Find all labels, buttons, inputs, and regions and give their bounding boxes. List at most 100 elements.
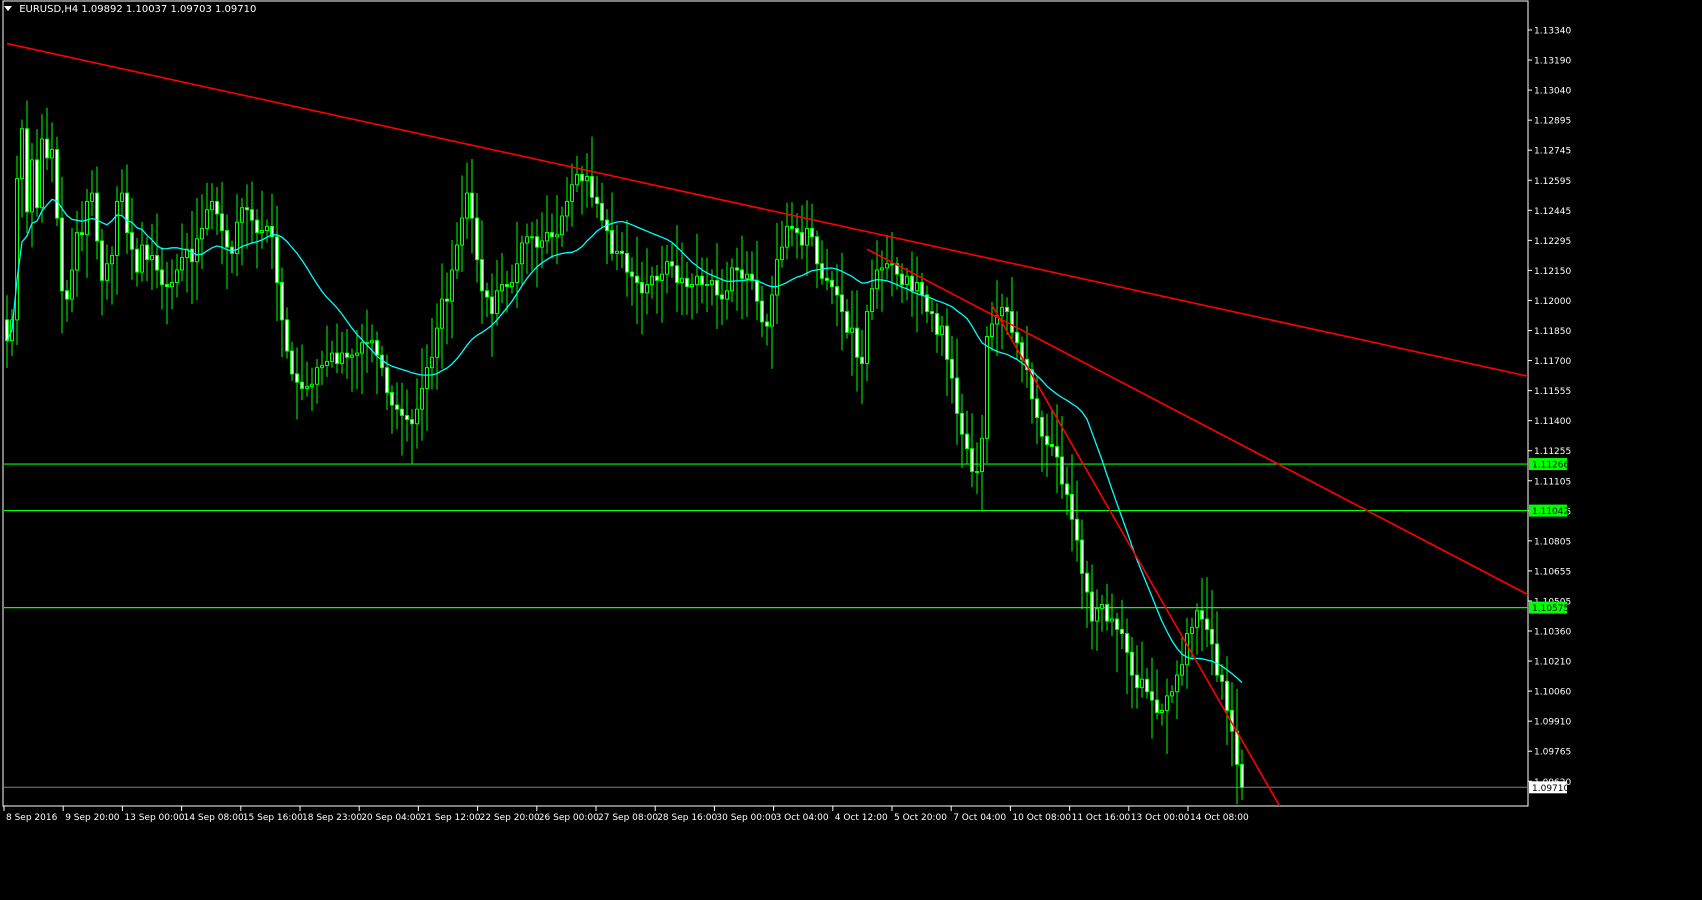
candle[interactable] [1185,617,1189,689]
candle[interactable] [220,182,224,265]
candle[interactable] [225,214,229,290]
candle[interactable] [465,162,469,239]
candle[interactable] [930,299,934,333]
candle[interactable] [135,237,139,287]
candle[interactable] [175,253,179,298]
candle[interactable] [645,248,649,315]
candle[interactable] [595,175,599,219]
dropdown-arrow-icon[interactable] [4,6,12,11]
candle[interactable] [70,228,74,313]
candle[interactable] [665,245,669,294]
candle[interactable] [925,285,929,324]
candle[interactable] [950,335,954,404]
candle[interactable] [1075,480,1079,562]
candle[interactable] [155,213,159,289]
candle[interactable] [1110,593,1114,637]
candle[interactable] [1160,703,1164,726]
candle[interactable] [65,280,69,322]
candle[interactable] [1125,618,1129,694]
candle[interactable] [675,225,679,312]
candle[interactable] [5,295,9,368]
candle[interactable] [700,257,704,304]
candle[interactable] [780,220,784,268]
candle[interactable] [655,264,659,314]
candle[interactable] [425,344,429,431]
candle[interactable] [495,259,499,326]
candle[interactable] [735,247,739,311]
candle[interactable] [980,414,984,511]
candle[interactable] [180,223,184,282]
candle[interactable] [215,187,219,235]
candle[interactable] [790,202,794,247]
candle[interactable] [285,307,289,359]
candle[interactable] [1235,688,1239,805]
candle[interactable] [435,303,439,390]
candle[interactable] [320,350,324,385]
trendline[interactable] [991,304,1281,807]
candle[interactable] [785,202,789,260]
candle[interactable] [1215,611,1219,682]
price-chart[interactable]: 1.13340 1.13190 1.13040 1.12895 1.12745 1.125… [0,0,1702,896]
candle[interactable] [20,119,24,218]
candle[interactable] [200,194,204,270]
candle[interactable] [650,266,654,299]
candle[interactable] [160,247,164,310]
candle[interactable] [535,219,539,288]
candle[interactable] [270,193,274,270]
candle[interactable] [875,240,879,309]
candle[interactable] [905,267,909,301]
candle[interactable] [310,367,314,411]
candle[interactable] [265,219,269,243]
candle[interactable] [100,228,104,316]
candle[interactable] [840,252,844,351]
candle[interactable] [705,257,709,312]
candle[interactable] [335,323,339,373]
candle[interactable] [415,378,419,449]
candle[interactable] [1025,325,1029,388]
candle[interactable] [1010,277,1014,342]
candle[interactable] [870,259,874,321]
candle[interactable] [395,382,399,430]
candle[interactable] [750,251,754,290]
candle[interactable] [825,248,829,291]
candle[interactable] [230,240,234,274]
candle[interactable] [85,188,89,278]
candle[interactable] [580,165,584,215]
candle[interactable] [1170,684,1174,703]
candle[interactable] [185,232,189,293]
candle[interactable] [615,224,619,271]
candle[interactable] [850,290,854,376]
candle[interactable] [170,259,174,310]
candle[interactable] [1180,635,1184,686]
candle[interactable] [800,205,804,260]
candle[interactable] [1155,669,1159,720]
candle[interactable] [195,197,199,301]
candle[interactable] [1040,410,1044,472]
candle[interactable] [815,230,819,289]
candle[interactable] [570,163,574,227]
candle[interactable] [1205,577,1209,647]
candle[interactable] [605,209,609,265]
candle[interactable] [795,213,799,259]
candle[interactable] [625,219,629,297]
candle[interactable] [890,232,894,297]
candle[interactable] [90,170,94,217]
candle[interactable] [1220,664,1224,700]
candle[interactable] [510,264,514,294]
candle[interactable] [1175,660,1179,720]
candle[interactable] [1140,641,1144,698]
candle[interactable] [1070,454,1074,552]
candle[interactable] [430,317,434,390]
candle[interactable] [600,182,604,228]
candle[interactable] [1090,564,1094,650]
candle[interactable] [80,201,84,252]
candle[interactable] [490,273,494,357]
candle[interactable] [730,258,734,303]
candle[interactable] [740,235,744,320]
candle[interactable] [295,347,299,420]
candle[interactable] [695,234,699,314]
candle[interactable] [975,442,979,494]
candle[interactable] [110,246,114,305]
candle[interactable] [820,240,824,285]
candle[interactable] [560,206,564,248]
